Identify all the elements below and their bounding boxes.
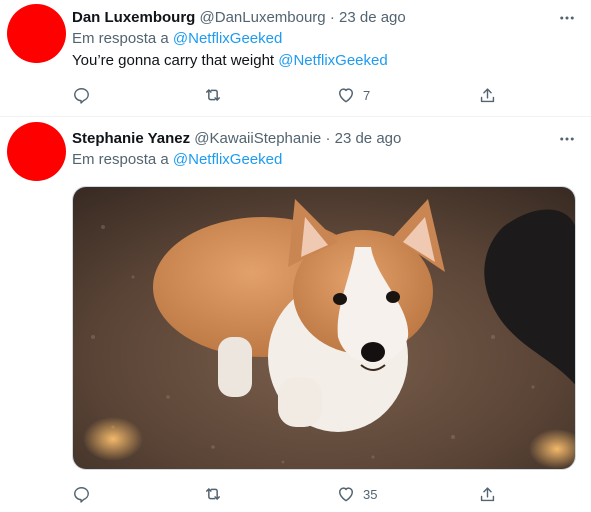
reply-button[interactable] [64, 80, 98, 110]
author-handle[interactable]: @KawaiiStephanie [194, 130, 321, 147]
retweet-icon [196, 479, 230, 509]
tweet-header: Dan Luxembourg @DanLuxembourg · 23 de ag… [72, 8, 581, 28]
reply-prefix: Em resposta a [72, 151, 173, 168]
reply-bubble-icon [64, 479, 98, 509]
retweet-button[interactable] [196, 80, 230, 110]
heart-icon [329, 80, 363, 110]
tweet-content: Dan Luxembourg @DanLuxembourg · 23 de ag… [72, 8, 581, 72]
share-button[interactable] [470, 479, 504, 509]
timestamp[interactable]: 23 de ago [339, 9, 406, 26]
like-button[interactable]: 35 [329, 479, 377, 509]
more-dots-icon[interactable] [553, 125, 581, 153]
retweet-button[interactable] [196, 479, 230, 509]
avatar[interactable] [7, 122, 66, 181]
corgi-photo[interactable] [72, 186, 576, 470]
share-button[interactable] [470, 80, 504, 110]
mention-link[interactable]: @NetflixGeeked [278, 52, 387, 69]
tweet-header: Stephanie Yanez @KawaiiStephanie · 23 de… [72, 129, 581, 149]
like-button[interactable]: 7 [329, 80, 370, 110]
heart-icon [329, 479, 363, 509]
share-upload-icon [470, 80, 504, 110]
more-dots-icon[interactable] [553, 4, 581, 32]
reply-prefix: Em resposta a [72, 30, 173, 47]
retweet-icon [196, 80, 230, 110]
reply-bubble-icon [64, 80, 98, 110]
tweet[interactable]: Stephanie Yanez @KawaiiStephanie · 23 de… [0, 118, 591, 512]
reply-to-mention[interactable]: @NetflixGeeked [173, 30, 282, 47]
tweet-content: Stephanie Yanez @KawaiiStephanie · 23 de… [72, 129, 581, 171]
author-name[interactable]: Dan Luxembourg [72, 9, 195, 26]
reply-context: Em resposta a @NetflixGeeked [72, 28, 581, 50]
separator: · [329, 9, 335, 26]
action-bar: 7 [60, 80, 520, 110]
author-handle[interactable]: @DanLuxembourg [200, 9, 326, 26]
like-count: 7 [363, 87, 371, 103]
tweet-body: You’re gonna carry that weight [72, 52, 279, 69]
action-bar: 35 [60, 479, 520, 509]
reply-button[interactable] [64, 479, 98, 509]
reply-context: Em resposta a @NetflixGeeked [72, 149, 581, 171]
like-count: 35 [363, 486, 378, 502]
timestamp[interactable]: 23 de ago [335, 130, 402, 147]
avatar[interactable] [7, 4, 66, 63]
separator: · [325, 130, 331, 147]
tweet-text: You’re gonna carry that weight @NetflixG… [72, 50, 581, 72]
author-name[interactable]: Stephanie Yanez [72, 130, 190, 147]
share-upload-icon [470, 479, 504, 509]
reply-to-mention[interactable]: @NetflixGeeked [173, 151, 282, 168]
tweet[interactable]: Dan Luxembourg @DanLuxembourg · 23 de ag… [0, 0, 591, 117]
